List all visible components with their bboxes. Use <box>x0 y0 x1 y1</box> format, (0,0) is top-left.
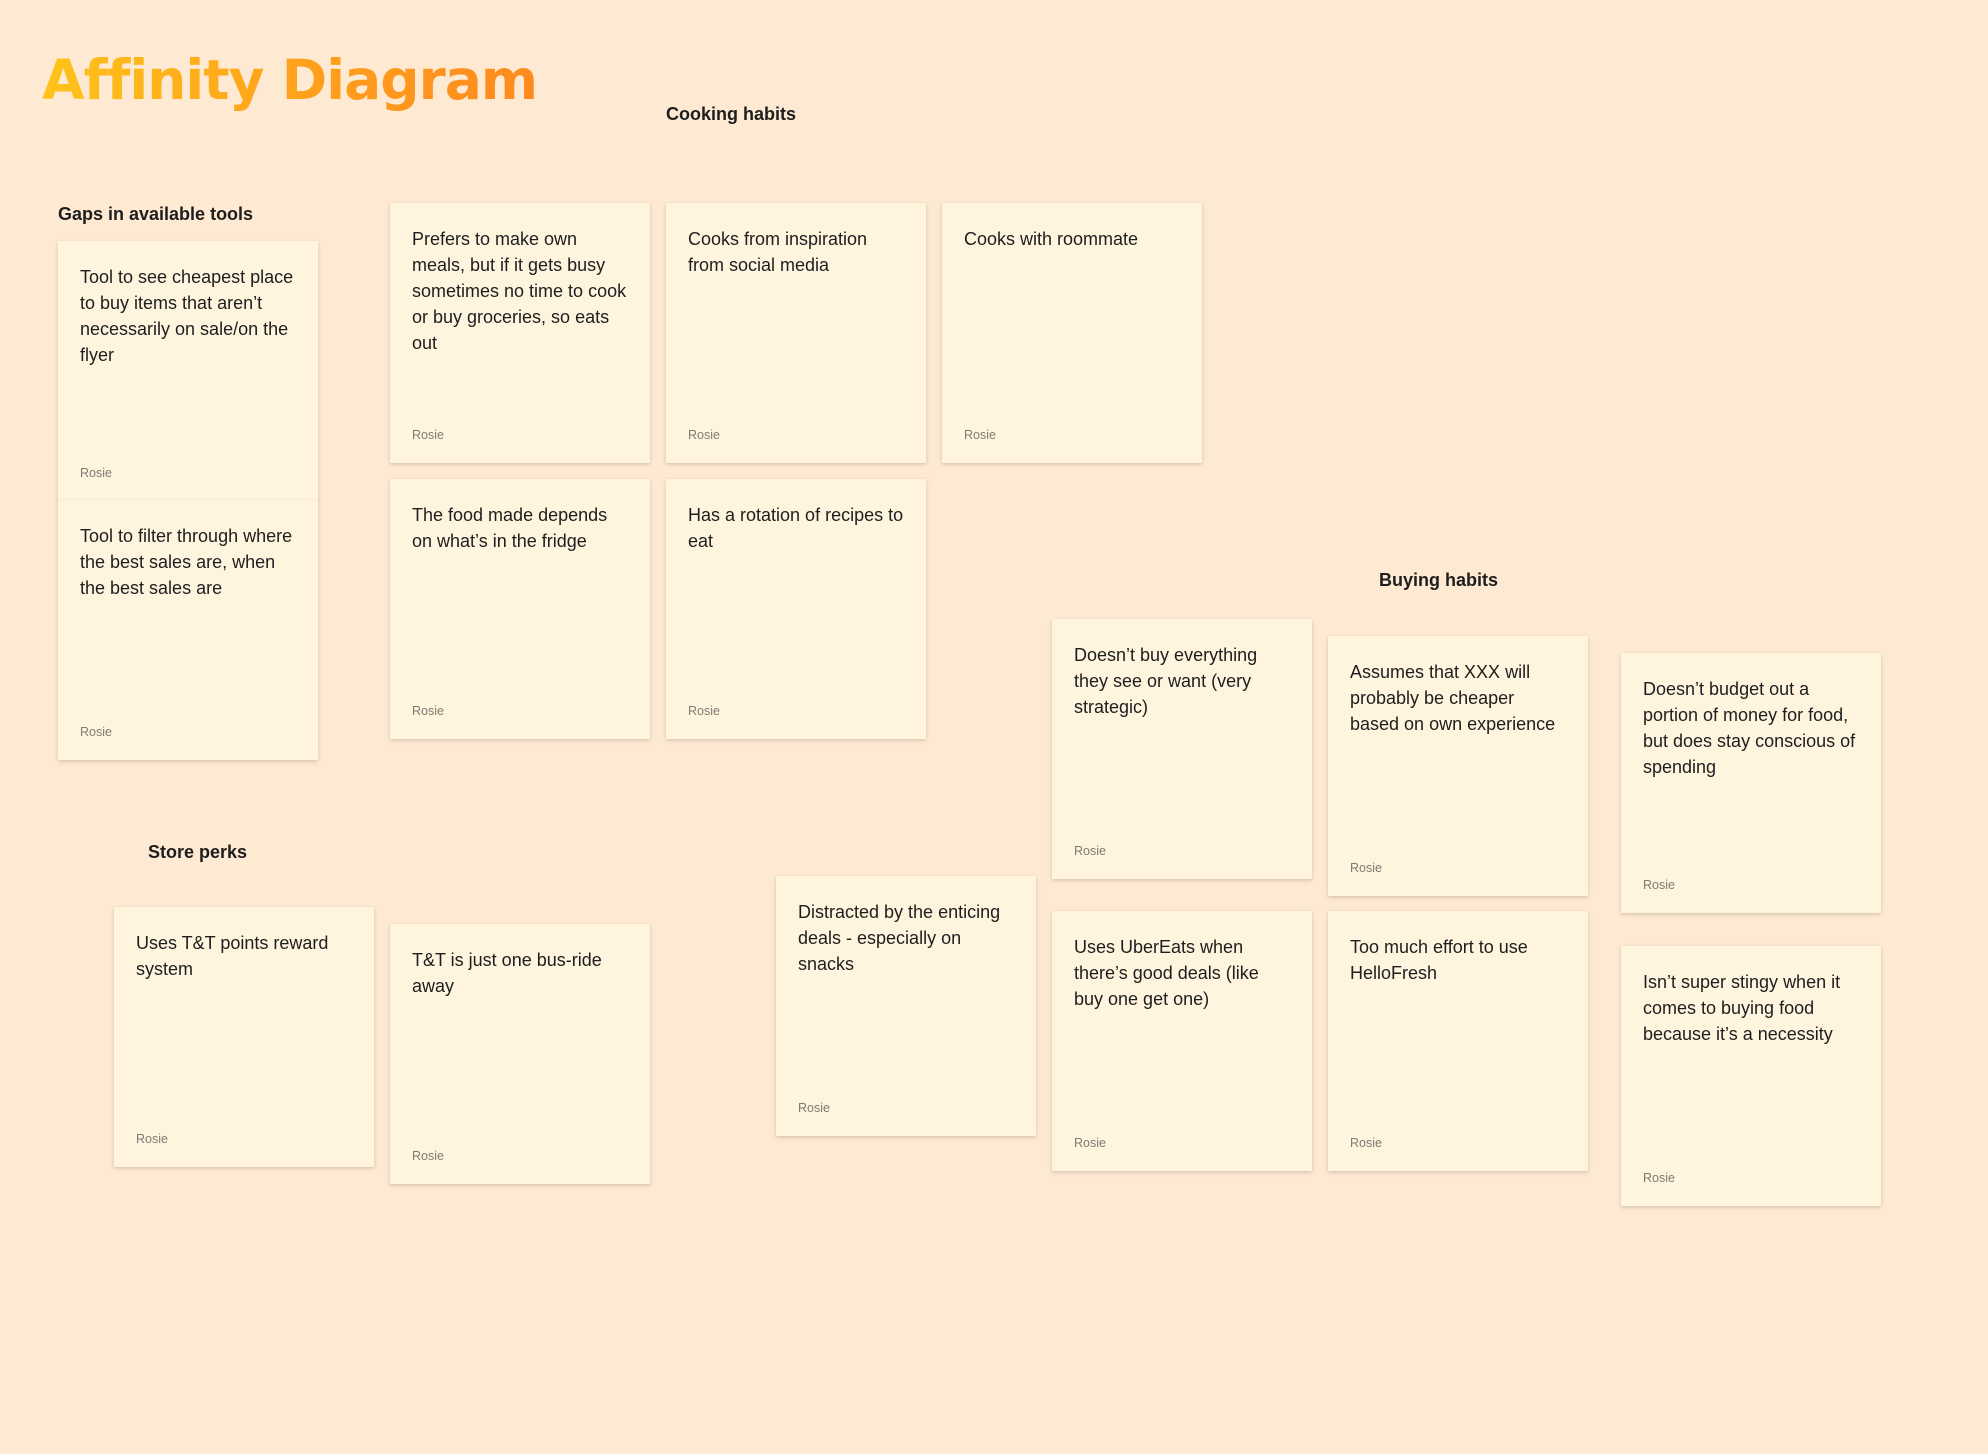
sticky-note[interactable]: Tool to filter through where the best sa… <box>58 500 318 760</box>
group-label-store-perks[interactable]: Store perks <box>148 841 247 863</box>
sticky-note-author: Rosie <box>1074 844 1106 858</box>
sticky-note[interactable]: Has a rotation of recipes to eat Rosie <box>666 479 926 739</box>
sticky-note-author: Rosie <box>1350 861 1382 875</box>
sticky-note-author: Rosie <box>412 704 444 718</box>
sticky-note[interactable]: Prefers to make own meals, but if it get… <box>390 203 650 463</box>
sticky-note-text: Distracted by the enticing deals - espec… <box>798 902 1001 974</box>
sticky-note[interactable]: Distracted by the enticing deals - espec… <box>776 876 1036 1136</box>
sticky-note-text: Assumes that XXX will probably be cheape… <box>1350 662 1556 734</box>
group-label-buying[interactable]: Buying habits <box>1379 569 1498 591</box>
sticky-note-text: Too much effort to use HelloFresh <box>1350 937 1528 983</box>
sticky-note-text: T&T is just one bus-ride away <box>412 950 602 996</box>
sticky-note-author: Rosie <box>964 428 996 442</box>
sticky-note[interactable]: Tool to see cheapest place to buy items … <box>58 241 318 501</box>
sticky-note-author: Rosie <box>412 428 444 442</box>
sticky-note-text: Has a rotation of recipes to eat <box>688 505 904 551</box>
sticky-note-text: The food made depends on what’s in the f… <box>412 505 608 551</box>
sticky-note-author: Rosie <box>1350 1136 1382 1150</box>
sticky-note-text: Isn’t super stingy when it comes to buyi… <box>1643 972 1841 1044</box>
sticky-note[interactable]: Uses UberEats when there’s good deals (l… <box>1052 911 1312 1171</box>
sticky-note-text: Cooks from inspiration from social media <box>688 229 868 275</box>
group-label-cooking[interactable]: Cooking habits <box>666 103 796 125</box>
sticky-note-author: Rosie <box>80 466 112 480</box>
sticky-note-author: Rosie <box>412 1149 444 1163</box>
sticky-note-author: Rosie <box>688 428 720 442</box>
sticky-note-text: Uses UberEats when there’s good deals (l… <box>1074 937 1259 1009</box>
sticky-note-text: Doesn’t buy everything they see or want … <box>1074 645 1258 717</box>
page-title: Affinity Diagram <box>42 40 538 120</box>
sticky-note-author: Rosie <box>798 1101 830 1115</box>
sticky-note[interactable]: Assumes that XXX will probably be cheape… <box>1328 636 1588 896</box>
sticky-note[interactable]: The food made depends on what’s in the f… <box>390 479 650 739</box>
sticky-note[interactable]: Doesn’t budget out a portion of money fo… <box>1621 653 1881 913</box>
sticky-note-author: Rosie <box>688 704 720 718</box>
sticky-note[interactable]: T&T is just one bus-ride away Rosie <box>390 924 650 1184</box>
sticky-note-text: Uses T&T points reward system <box>136 933 329 979</box>
sticky-note-author: Rosie <box>80 725 112 739</box>
sticky-note-text: Tool to filter through where the best sa… <box>80 526 293 598</box>
sticky-note-author: Rosie <box>1643 878 1675 892</box>
sticky-note-author: Rosie <box>136 1132 168 1146</box>
sticky-note-text: Prefers to make own meals, but if it get… <box>412 229 627 353</box>
sticky-note-author: Rosie <box>1643 1171 1675 1185</box>
sticky-note-author: Rosie <box>1074 1136 1106 1150</box>
sticky-note[interactable]: Isn’t super stingy when it comes to buyi… <box>1621 946 1881 1206</box>
sticky-note[interactable]: Uses T&T points reward system Rosie <box>114 907 374 1167</box>
sticky-note[interactable]: Too much effort to use HelloFresh Rosie <box>1328 911 1588 1171</box>
sticky-note[interactable]: Cooks with roommate Rosie <box>942 203 1202 463</box>
sticky-note[interactable]: Cooks from inspiration from social media… <box>666 203 926 463</box>
group-label-gaps[interactable]: Gaps in available tools <box>58 203 253 225</box>
sticky-note-text: Doesn’t budget out a portion of money fo… <box>1643 679 1856 777</box>
sticky-note-text: Cooks with roommate <box>964 229 1139 249</box>
sticky-note-text: Tool to see cheapest place to buy items … <box>80 267 294 365</box>
sticky-note[interactable]: Doesn’t buy everything they see or want … <box>1052 619 1312 879</box>
